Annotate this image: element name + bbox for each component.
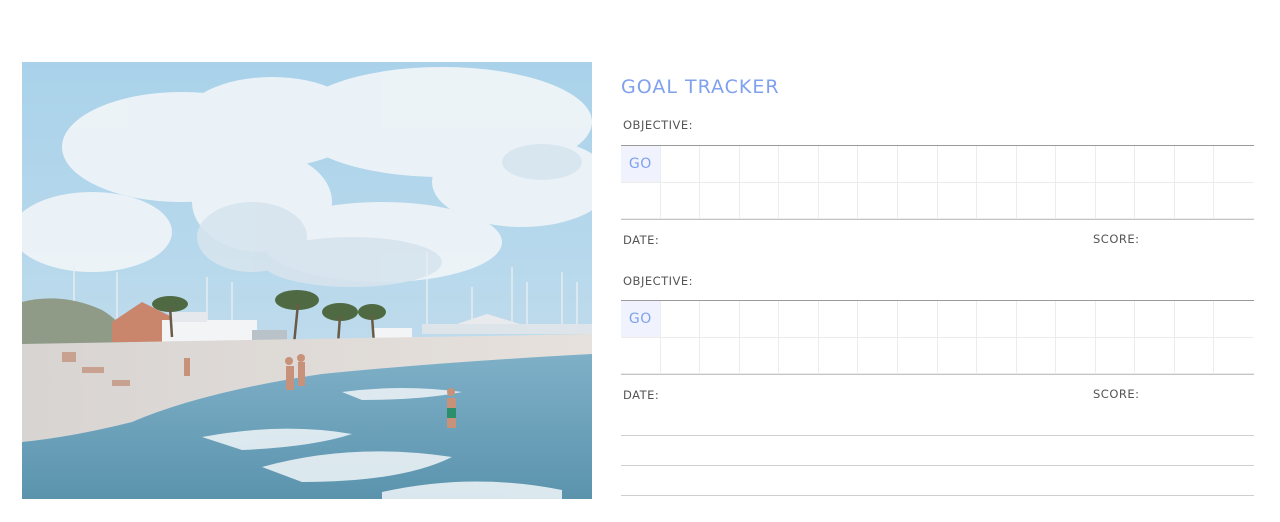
- grid-cell[interactable]: [739, 337, 780, 374]
- grid-cell[interactable]: [1016, 337, 1057, 374]
- grid-cell[interactable]: [1056, 337, 1096, 374]
- score-label-2: SCORE:: [1093, 387, 1140, 401]
- grid-cell[interactable]: [897, 146, 938, 183]
- grid-cell[interactable]: [977, 337, 1017, 374]
- grid-cell[interactable]: [779, 182, 819, 219]
- grid-cell[interactable]: [858, 301, 898, 338]
- goal-grid-2: GO: [621, 300, 1254, 375]
- beach-photo: [22, 62, 592, 499]
- writing-line: [621, 495, 1254, 496]
- grid-cell[interactable]: [818, 337, 859, 374]
- score-label-1: SCORE:: [1093, 232, 1140, 246]
- grid-cell[interactable]: [1174, 146, 1215, 183]
- grid-cell[interactable]: [700, 301, 740, 338]
- beach-photo-illustration: [22, 62, 592, 499]
- grid-cell[interactable]: [1135, 301, 1175, 338]
- date-label-1: DATE:: [623, 233, 660, 247]
- grid-cell[interactable]: [1174, 337, 1215, 374]
- grid-cell[interactable]: [660, 182, 701, 219]
- go-cell-2: GO: [621, 301, 661, 338]
- grid-cell[interactable]: [897, 301, 938, 338]
- grid-cell[interactable]: [1174, 182, 1215, 219]
- goal-grid-1: GO: [621, 145, 1254, 220]
- grid-cell[interactable]: [660, 337, 701, 374]
- grid-cell[interactable]: [818, 182, 859, 219]
- writing-line: [621, 465, 1254, 466]
- grid-cell[interactable]: [779, 301, 819, 338]
- grid-cell[interactable]: [1135, 146, 1175, 183]
- grid-cell[interactable]: [660, 146, 701, 183]
- grid-cell[interactable]: [1095, 337, 1136, 374]
- grid-cell[interactable]: [779, 146, 819, 183]
- grid-cell[interactable]: [937, 182, 978, 219]
- grid-cell[interactable]: [818, 301, 859, 338]
- grid-cell[interactable]: [1056, 146, 1096, 183]
- tracker-title: GOAL TRACKER: [621, 76, 780, 98]
- grid-cell[interactable]: [1056, 301, 1096, 338]
- grid-cell[interactable]: [818, 146, 859, 183]
- grid-cell[interactable]: [1095, 146, 1136, 183]
- grid-cell[interactable]: [1214, 338, 1254, 374]
- grid-cell[interactable]: [1095, 182, 1136, 219]
- grid-cell[interactable]: [739, 146, 780, 183]
- grid-cell[interactable]: [897, 337, 938, 374]
- grid-cell[interactable]: [1016, 146, 1057, 183]
- objective-label-2: OBJECTIVE:: [623, 274, 694, 288]
- grid-cell[interactable]: [700, 182, 740, 219]
- grid-cell[interactable]: [1214, 183, 1254, 219]
- grid-cell[interactable]: [977, 182, 1017, 219]
- grid-cell[interactable]: [937, 337, 978, 374]
- objective-label-1: OBJECTIVE:: [623, 118, 694, 132]
- grid-cell[interactable]: [700, 146, 740, 183]
- grid-cell[interactable]: [1135, 337, 1175, 374]
- grid-cell[interactable]: [937, 301, 978, 338]
- grid-cell[interactable]: [739, 182, 780, 219]
- go-cell-1: GO: [621, 146, 661, 183]
- grid-cell[interactable]: [1095, 301, 1136, 338]
- grid-cell[interactable]: [739, 301, 780, 338]
- grid-cell[interactable]: [858, 146, 898, 183]
- grid-cell[interactable]: [937, 146, 978, 183]
- grid-cell[interactable]: [1214, 301, 1254, 338]
- date-label-2: DATE:: [623, 388, 660, 402]
- grid-cell[interactable]: [621, 182, 661, 219]
- grid-cell[interactable]: [1016, 182, 1057, 219]
- grid-cell[interactable]: [858, 182, 898, 219]
- grid-cell[interactable]: [660, 301, 701, 338]
- grid-cell[interactable]: [621, 337, 661, 374]
- grid-cell[interactable]: [1174, 301, 1215, 338]
- grid-cell[interactable]: [897, 182, 938, 219]
- grid-cell[interactable]: [1016, 301, 1057, 338]
- grid-cell[interactable]: [977, 146, 1017, 183]
- grid-cell[interactable]: [1135, 182, 1175, 219]
- grid-cell[interactable]: [779, 337, 819, 374]
- grid-cell[interactable]: [858, 337, 898, 374]
- grid-cell[interactable]: [1056, 182, 1096, 219]
- grid-cell[interactable]: [1214, 146, 1254, 183]
- grid-cell[interactable]: [700, 337, 740, 374]
- grid-cell[interactable]: [977, 301, 1017, 338]
- writing-line: [621, 435, 1254, 436]
